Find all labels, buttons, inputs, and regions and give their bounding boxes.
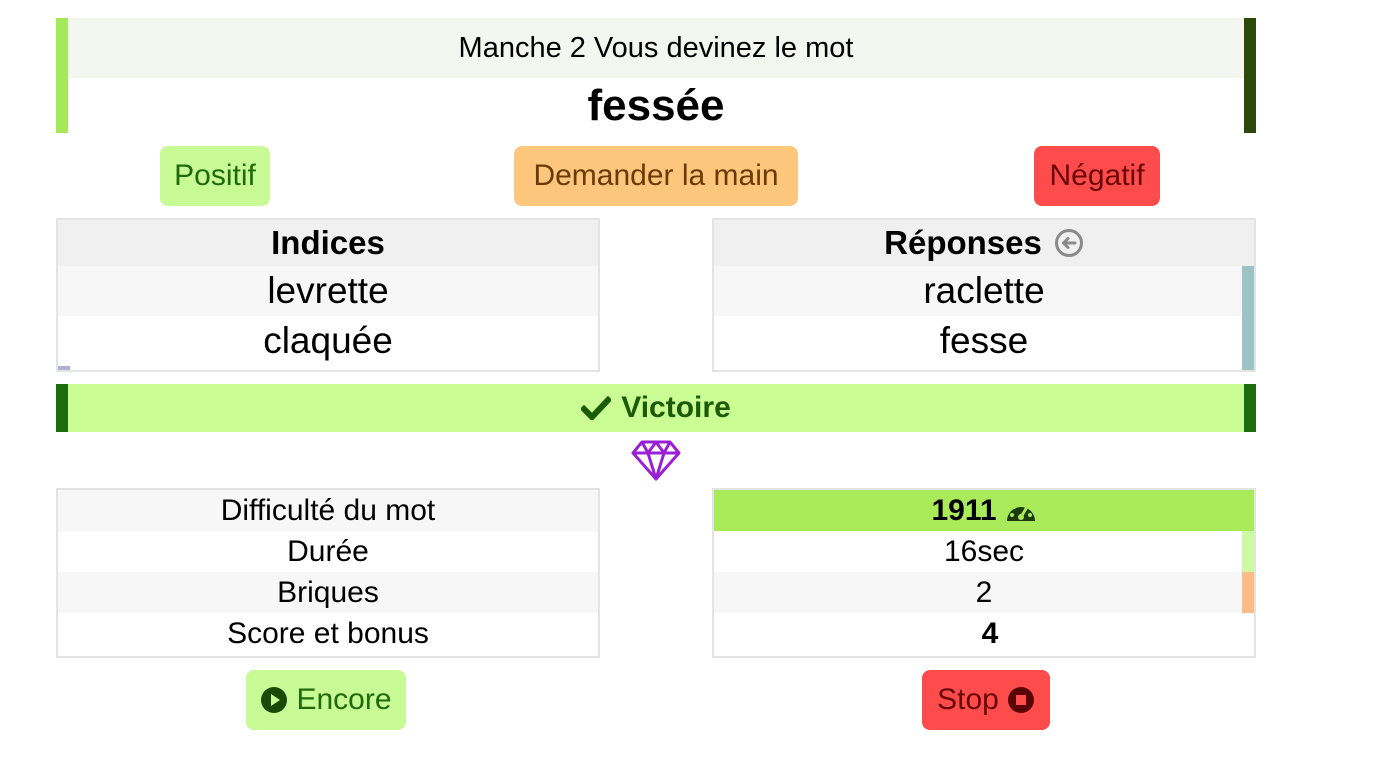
- hint-item: levrette: [58, 266, 598, 316]
- stat-label-difficulty: Difficulté du mot: [58, 490, 598, 531]
- result-label: Victoire: [621, 391, 731, 424]
- stop-label: Stop: [937, 683, 999, 716]
- result-right-bar: [1244, 384, 1256, 432]
- gauge-icon: [997, 497, 1037, 525]
- stats-labels: Difficulté du mot Durée Briques Score et…: [56, 488, 600, 658]
- result-banner: Victoire: [56, 384, 1256, 432]
- stat-label-bricks: Briques: [58, 572, 598, 613]
- stat-bricks: 2: [714, 572, 1254, 613]
- round-prompt: Vous devinez le mot: [593, 31, 854, 64]
- positive-button[interactable]: Positif: [160, 146, 270, 206]
- stat-difficulty: 1911: [714, 490, 1254, 531]
- hint-item: claquée: [58, 316, 598, 366]
- answers-stripe: [1242, 266, 1254, 370]
- target-word: fessée: [587, 80, 725, 130]
- bricks-value: 2: [975, 575, 993, 609]
- stop-button[interactable]: Stop: [922, 670, 1050, 730]
- stat-duration: 16sec: [714, 531, 1254, 572]
- ask-hand-button[interactable]: Demander la main: [514, 146, 798, 206]
- score-value: 4: [981, 616, 999, 650]
- header-right-bar: [1244, 18, 1256, 133]
- duration-value: 16sec: [943, 534, 1025, 568]
- back-arrow-icon[interactable]: [1054, 228, 1084, 258]
- hints-title: Indices: [58, 220, 598, 266]
- bricks-marker: [1242, 572, 1254, 613]
- hints-table: Indices levrette claquée: [56, 218, 600, 372]
- answer-item: raclette: [714, 266, 1254, 316]
- again-button[interactable]: Encore: [246, 670, 406, 730]
- result-left-bar: [56, 384, 68, 432]
- gem-icon: [630, 438, 682, 482]
- answers-title: Réponses: [884, 224, 1042, 261]
- answers-header: Réponses: [714, 220, 1254, 266]
- stat-score: 4: [714, 613, 1254, 654]
- round-label: Manche 2: [458, 31, 586, 64]
- stat-label-duration: Durée: [287, 534, 369, 568]
- header-left-bar: [56, 18, 68, 133]
- difficulty-value: 1911: [931, 493, 997, 527]
- round-header: Manche 2 Vous devinez le mot fessée: [56, 18, 1256, 133]
- stop-icon: [999, 686, 1035, 714]
- check-icon: [581, 396, 621, 420]
- answers-table: Réponses raclette fesse: [712, 218, 1256, 372]
- round-info: Manche 2 Vous devinez le mot: [68, 18, 1244, 78]
- negative-button[interactable]: Négatif: [1034, 146, 1160, 206]
- duration-marker: [1242, 531, 1254, 572]
- play-icon: [260, 686, 296, 714]
- stat-label-score: Score et bonus: [227, 616, 429, 650]
- answer-item: fesse: [714, 316, 1254, 366]
- again-label: Encore: [296, 683, 392, 716]
- stats-values: 1911 16sec 2 4: [712, 488, 1256, 658]
